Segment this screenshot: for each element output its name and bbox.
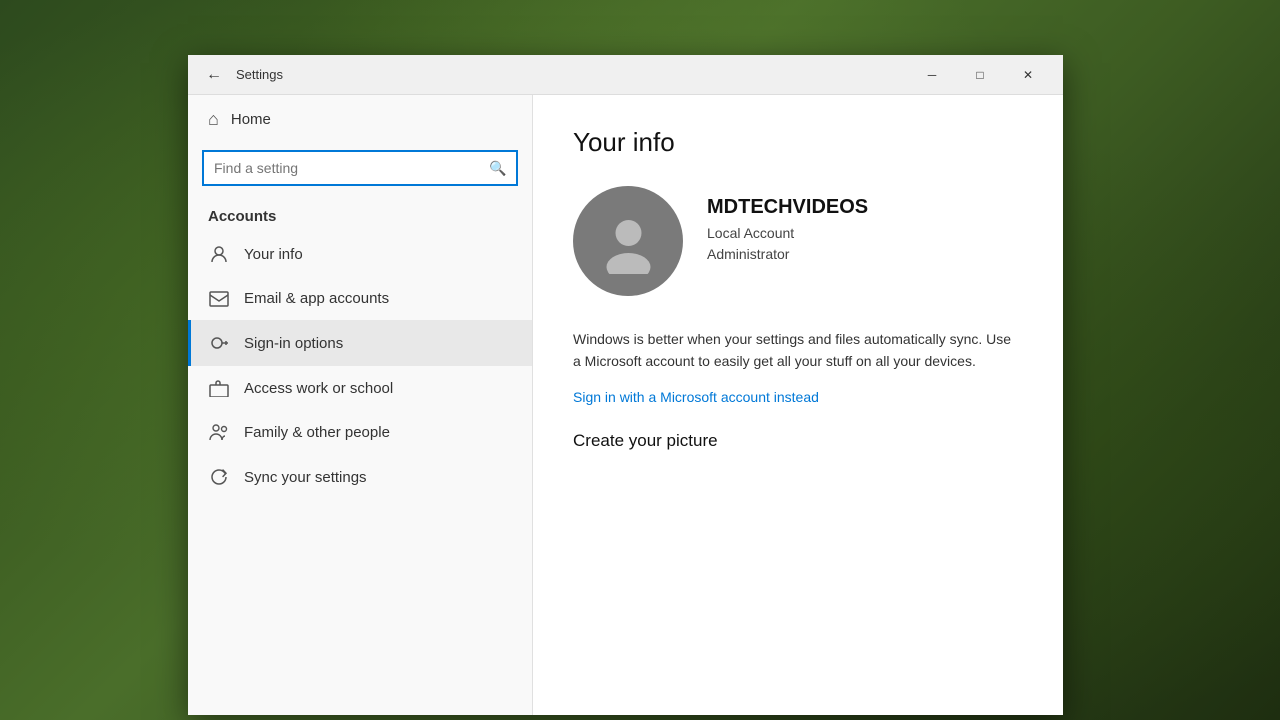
- nav-item-your-info[interactable]: Your info: [188, 231, 532, 277]
- nav-label-sync-settings: Sync your settings: [244, 469, 367, 486]
- home-icon: ⌂: [208, 109, 219, 130]
- minimize-button[interactable]: ─: [909, 59, 955, 91]
- accounts-section-heading: Accounts: [188, 200, 532, 231]
- person-icon: [208, 244, 230, 264]
- close-icon: ✕: [1023, 68, 1033, 82]
- window-title: Settings: [236, 67, 283, 82]
- briefcase-icon: [208, 379, 230, 397]
- account-type-line2: Administrator: [707, 244, 868, 265]
- nav-item-access-work[interactable]: Access work or school: [188, 366, 532, 410]
- search-container: 🔍: [188, 144, 532, 200]
- maximize-icon: □: [976, 68, 983, 82]
- create-picture-heading: Create your picture: [573, 431, 1023, 451]
- nav-label-access-work: Access work or school: [244, 380, 393, 397]
- avatar: [573, 186, 683, 296]
- titlebar: ← Settings ─ □ ✕: [188, 55, 1063, 95]
- sidebar: ⌂ Home 🔍 Accounts Yo: [188, 95, 533, 715]
- page-title: Your info: [573, 127, 1023, 158]
- sidebar-home-item[interactable]: ⌂ Home: [188, 95, 532, 144]
- family-icon: [208, 423, 230, 441]
- microsoft-account-link[interactable]: Sign in with a Microsoft account instead: [573, 389, 819, 405]
- window-content: ⌂ Home 🔍 Accounts Yo: [188, 95, 1063, 715]
- minimize-icon: ─: [928, 68, 937, 82]
- nav-item-email-accounts[interactable]: Email & app accounts: [188, 277, 532, 320]
- avatar-section: MDTECHVIDEOS Local Account Administrator: [573, 186, 1023, 296]
- settings-window: ← Settings ─ □ ✕ ⌂ Home: [188, 55, 1063, 715]
- email-icon: [208, 291, 230, 307]
- key-icon: [208, 333, 230, 353]
- nav-item-sync-settings[interactable]: Sync your settings: [188, 454, 532, 500]
- nav-label-sign-in-options: Sign-in options: [244, 335, 343, 352]
- user-info: MDTECHVIDEOS Local Account Administrator: [707, 196, 868, 265]
- nav-label-your-info: Your info: [244, 246, 303, 263]
- nav-item-sign-in-options[interactable]: Sign-in options: [188, 320, 532, 366]
- nav-label-email-accounts: Email & app accounts: [244, 290, 389, 307]
- right-panel: Your info MDTECHVIDEOS Local Account Adm…: [533, 95, 1063, 715]
- window-controls: ─ □ ✕: [909, 59, 1051, 91]
- back-icon: ←: [206, 66, 222, 84]
- sync-description: Windows is better when your settings and…: [573, 328, 1013, 373]
- nav-item-family-people[interactable]: Family & other people: [188, 410, 532, 454]
- avatar-image: [596, 209, 661, 274]
- maximize-button[interactable]: □: [957, 59, 1003, 91]
- close-button[interactable]: ✕: [1005, 59, 1051, 91]
- search-input[interactable]: [204, 160, 480, 176]
- account-type-line1: Local Account: [707, 223, 868, 244]
- sync-icon: [208, 467, 230, 487]
- back-button[interactable]: ←: [200, 61, 228, 89]
- home-label: Home: [231, 111, 271, 128]
- nav-label-family-people: Family & other people: [244, 424, 390, 441]
- search-box: 🔍: [202, 150, 518, 186]
- username: MDTECHVIDEOS: [707, 196, 868, 219]
- search-icon: 🔍: [480, 150, 516, 186]
